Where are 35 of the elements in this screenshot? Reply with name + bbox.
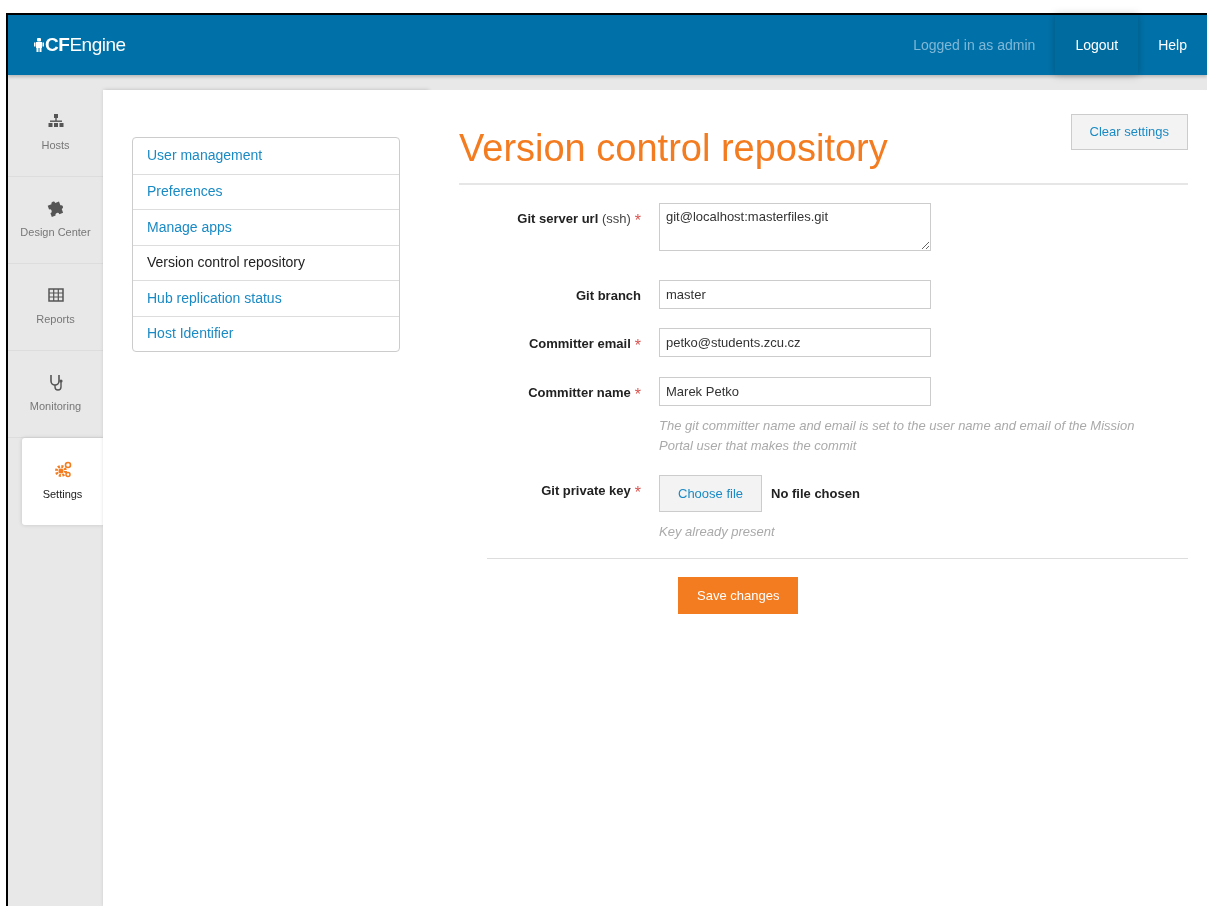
text-field[interactable]: Marek Petko [659,377,931,406]
required-mark: * [634,483,641,503]
settings-menu-item[interactable]: Manage apps [133,209,399,245]
gears-icon [53,460,72,479]
help-text: The git committer name and email is set to the user name and email of the Mission Portal user that makes the commit [659,417,1136,455]
login-status: Logged in as admin [912,35,1037,55]
page-title: Version control repository [459,126,888,170]
required-mark: * [634,211,641,231]
field-label: Git branch [576,287,641,305]
nav-item[interactable]: Settings [22,438,103,525]
required-mark: * [634,385,641,405]
file-status: No file chosen [771,484,860,503]
logo: CFEngine [34,30,126,60]
field-label: Git server url (ssh) [517,210,631,228]
settings-menu-item[interactable]: Host Identifier [133,315,399,351]
header-link[interactable]: Logout [1055,15,1139,75]
settings-menu-item[interactable]: Version control repository [133,244,399,280]
text-field[interactable]: petko@students.zcu.cz [659,328,931,357]
field-label: Committer email [528,335,631,353]
robot-icon [34,38,44,52]
table-icon [46,286,65,305]
choose-file-button[interactable]: Choose file [659,475,763,512]
puzzle-icon [46,199,65,218]
settings-menu-item[interactable]: Preferences [133,173,399,209]
save-changes-button[interactable]: Save changes [678,577,799,614]
clear-settings-button[interactable]: Clear settings [1070,114,1188,150]
required-mark: * [634,336,641,356]
text-field[interactable]: master [659,280,931,309]
field-label: Git private key [541,482,631,500]
text-area[interactable]: git@localhost:masterfiles.git [659,203,931,251]
help-text: Key already present [659,523,776,541]
field-label: Committer name [528,384,631,402]
settings-menu-item[interactable]: Hub replication status [133,280,399,316]
header-link[interactable]: Help [1138,15,1207,75]
settings-menu-item[interactable]: User management [133,138,399,174]
